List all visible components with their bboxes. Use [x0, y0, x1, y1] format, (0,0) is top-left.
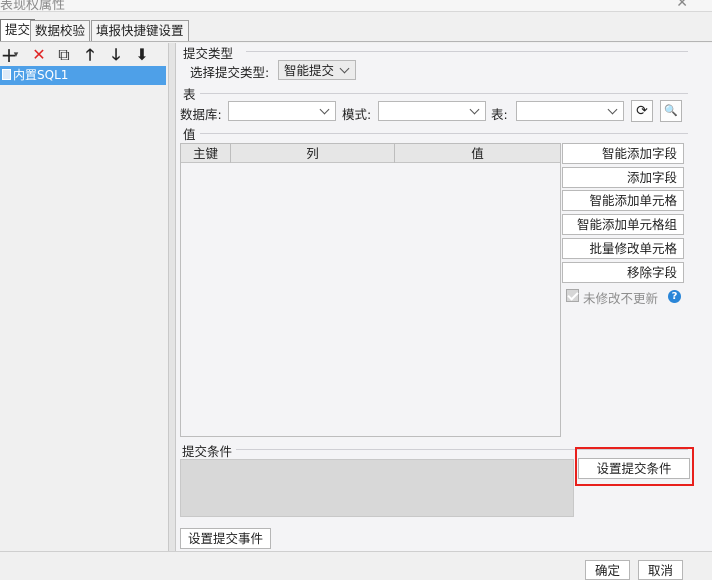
no-update-if-unmodified-checkbox[interactable]: [566, 289, 579, 302]
sort-icon[interactable]: ⬇: [133, 45, 151, 65]
chevron-down-icon: [338, 63, 352, 77]
section-divider: [246, 51, 688, 52]
column-header-value[interactable]: 值: [395, 144, 560, 163]
submit-type-label: 选择提交类型:: [190, 65, 270, 80]
smart-add-cell-button[interactable]: 智能添加单元格: [562, 190, 684, 211]
tab-data-validation[interactable]: 数据校验: [30, 20, 90, 41]
tree-item-label: 内置SQL1: [13, 68, 69, 82]
table-section-title: 表: [183, 87, 196, 102]
smart-add-cell-group-button[interactable]: 智能添加单元格组: [562, 214, 684, 235]
preview-icon: 🔍: [664, 104, 678, 117]
add-dropdown-icon[interactable]: ▾: [12, 45, 20, 65]
window-title: 表现权属性: [0, 0, 66, 12]
schema-label: 模式:: [342, 107, 372, 122]
value-section-title: 值: [183, 127, 196, 142]
submit-type-select[interactable]: 智能提交: [278, 60, 356, 80]
cancel-button[interactable]: 取消: [638, 560, 683, 580]
help-icon[interactable]: ?: [668, 290, 681, 303]
add-field-button[interactable]: 添加字段: [562, 167, 684, 188]
title-bar: 表现权属性 ✕: [0, 0, 712, 12]
remove-field-button[interactable]: 移除字段: [562, 262, 684, 283]
chevron-down-icon: [468, 104, 482, 118]
no-update-if-unmodified-label: 未修改不更新: [583, 291, 659, 306]
copy-icon[interactable]: ⧉: [55, 45, 73, 65]
column-header-column[interactable]: 列: [231, 144, 395, 163]
database-label: 数据库:: [180, 107, 222, 122]
chevron-down-icon: [318, 104, 332, 118]
pane-splitter[interactable]: [168, 43, 176, 551]
table-label: 表:: [491, 107, 508, 122]
delete-icon[interactable]: ✕: [30, 45, 48, 65]
section-divider: [200, 133, 688, 134]
document-icon: [2, 69, 11, 80]
batch-modify-cells-button[interactable]: 批量修改单元格: [562, 238, 684, 259]
database-select[interactable]: [228, 101, 336, 121]
move-up-icon[interactable]: 🡑: [81, 45, 99, 65]
section-divider: [200, 93, 688, 94]
table-select[interactable]: [516, 101, 624, 121]
close-icon[interactable]: ✕: [676, 0, 688, 11]
condition-section-title: 提交条件: [182, 444, 233, 459]
tab-shortcut-settings[interactable]: 填报快捷键设置: [91, 20, 189, 41]
refresh-button[interactable]: ⟳: [631, 100, 653, 122]
set-submit-condition-button[interactable]: 设置提交条件: [578, 458, 690, 479]
ok-button[interactable]: 确定: [585, 560, 630, 580]
refresh-icon: ⟳: [636, 103, 648, 119]
condition-preview: [180, 459, 574, 517]
table-header: 主键 列 值: [181, 144, 560, 163]
schema-select[interactable]: [378, 101, 486, 121]
move-down-icon[interactable]: 🡓: [107, 45, 125, 65]
submit-type-value: 智能提交: [284, 63, 335, 78]
set-submit-event-button[interactable]: 设置提交事件: [180, 528, 271, 549]
column-header-primary-key[interactable]: 主键: [181, 144, 231, 163]
tree-item-builtin-sql[interactable]: 内置SQL1: [0, 66, 166, 85]
preview-button[interactable]: 🔍: [660, 100, 682, 122]
field-table[interactable]: 主键 列 值: [180, 143, 561, 437]
submit-type-title: 提交类型: [183, 46, 234, 61]
tree-pane[interactable]: [0, 85, 166, 551]
smart-add-field-button[interactable]: 智能添加字段: [562, 143, 684, 164]
chevron-down-icon: [606, 104, 620, 118]
